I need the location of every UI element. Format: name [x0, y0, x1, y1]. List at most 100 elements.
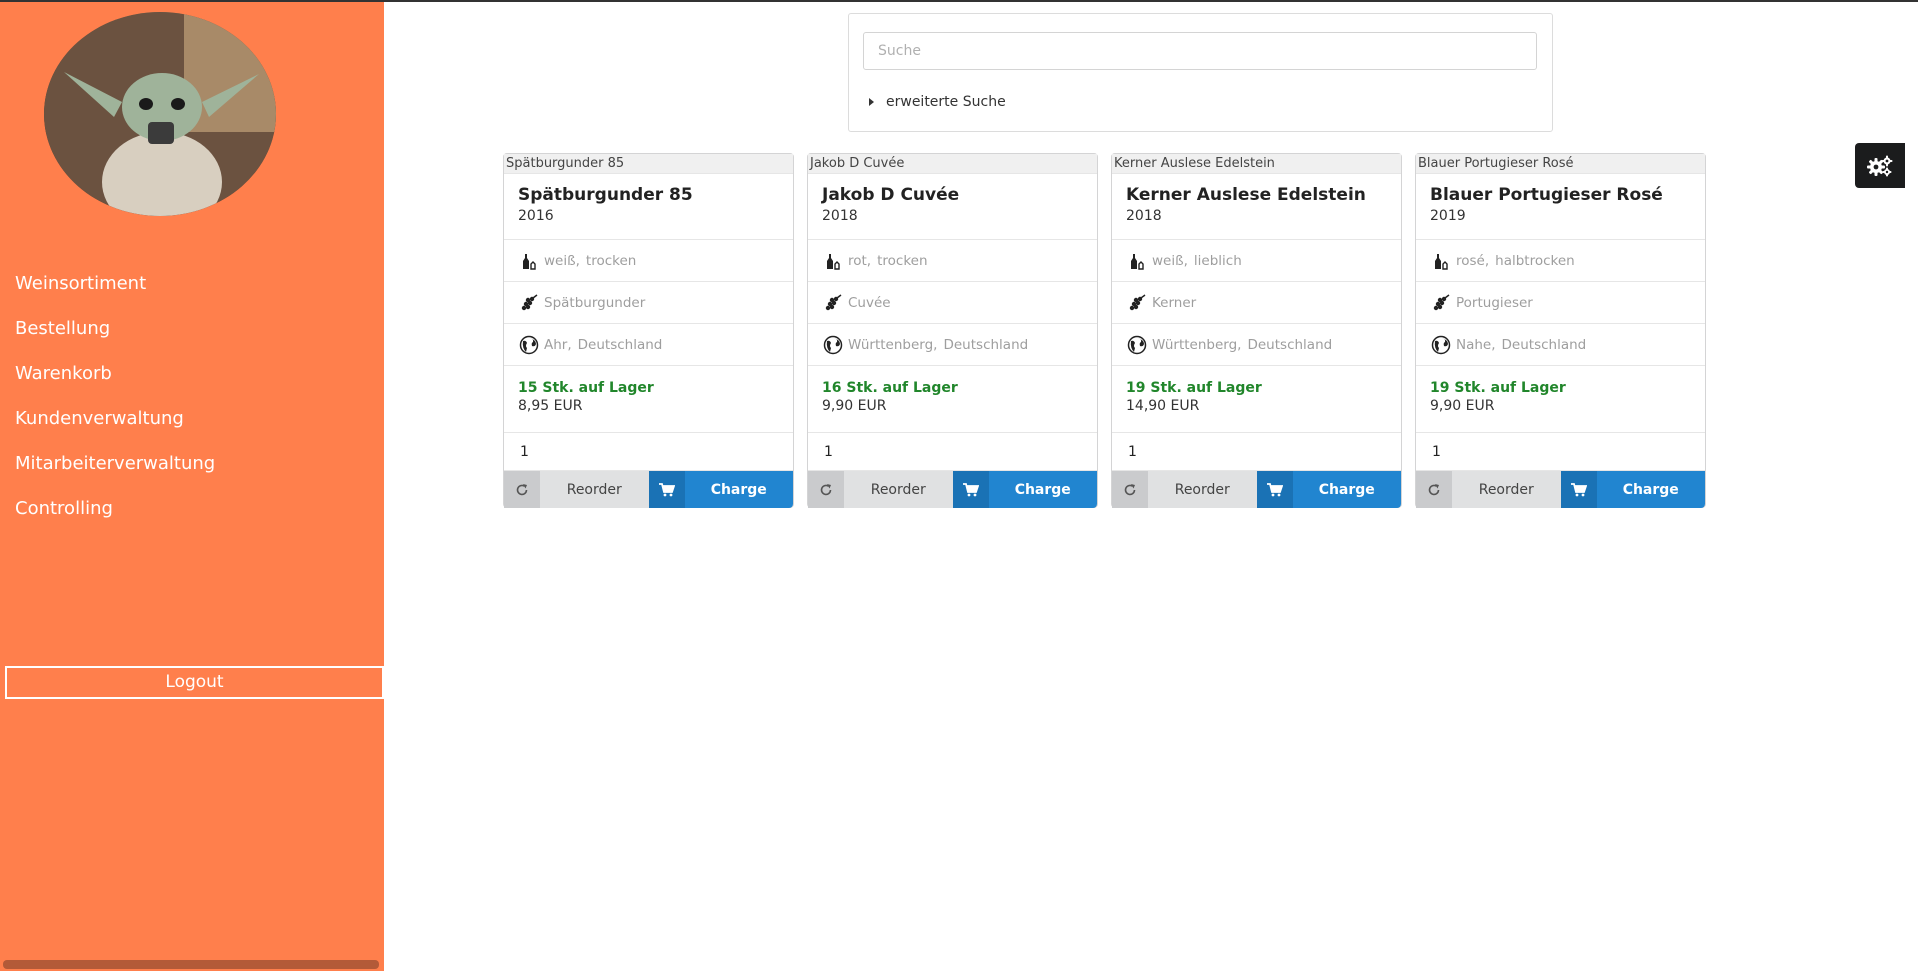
wine-taste: trocken: [585, 252, 637, 269]
wine-name: Kerner Auslese Edelstein: [1126, 185, 1366, 205]
charge-label: Charge: [1318, 481, 1375, 498]
quantity-input[interactable]: [1416, 433, 1705, 470]
card-header: Kerner Auslese Edelstein 2018: [1112, 174, 1401, 240]
quantity-input[interactable]: [808, 433, 1097, 470]
wine-type-row: rot, trocken: [808, 240, 1097, 282]
wine-country: Deutschland: [1501, 336, 1587, 353]
charge-button[interactable]: Charge: [952, 471, 1097, 508]
wine-origin-row: Nahe, Deutschland: [1416, 324, 1705, 366]
wine-price: 14,90 EUR: [1126, 398, 1200, 414]
reorder-button[interactable]: Reorder: [504, 471, 649, 508]
sidebar-scrollbar[interactable]: [3, 960, 379, 969]
wine-bottle-icon: [822, 250, 844, 272]
wine-grape-row: Cuvée: [808, 282, 1097, 324]
sidebar-nav: Weinsortiment Bestellung Warenkorb Kunde…: [0, 261, 384, 531]
wine-country: Deutschland: [1247, 336, 1333, 353]
wine-color: rosé,: [1456, 252, 1490, 269]
sidebar: Weinsortiment Bestellung Warenkorb Kunde…: [0, 2, 384, 971]
wine-year: 2016: [518, 208, 554, 224]
reorder-label: Reorder: [1478, 481, 1534, 498]
wine-taste: lieblich: [1193, 252, 1242, 269]
reorder-label: Reorder: [566, 481, 622, 498]
wine-year: 2018: [1126, 208, 1162, 224]
wine-color: weiß,: [544, 252, 580, 269]
quantity-field-wrap: [1112, 433, 1401, 471]
wine-grape: Cuvée: [848, 294, 891, 311]
wine-grape: Kerner: [1152, 294, 1197, 311]
globe-icon: [1430, 334, 1452, 356]
sidebar-item-mitarbeiterverwaltung[interactable]: Mitarbeiterverwaltung: [0, 441, 384, 486]
card-buttons: Reorder Charge: [808, 471, 1097, 508]
stock-price-block: 19 Stk. auf Lager 9,90 EUR: [1416, 366, 1705, 433]
wine-type-row: rosé, halbtrocken: [1416, 240, 1705, 282]
wine-image: Jakob D Cuvée: [808, 154, 1097, 174]
wine-bottle-icon: [1430, 250, 1452, 272]
grapes-icon: [1430, 292, 1452, 314]
redo-icon: [1416, 471, 1452, 508]
wine-grape-row: Portugieser: [1416, 282, 1705, 324]
stock-status: 19 Stk. auf Lager: [1430, 380, 1566, 396]
avatar-image: [44, 12, 276, 216]
wine-grape: Portugieser: [1456, 294, 1533, 311]
reorder-label: Reorder: [1174, 481, 1230, 498]
logout-button[interactable]: Logout: [5, 666, 384, 699]
quantity-input[interactable]: [1112, 433, 1401, 470]
wine-year: 2019: [1430, 208, 1466, 224]
reorder-button[interactable]: Reorder: [1416, 471, 1561, 508]
wine-price: 9,90 EUR: [1430, 398, 1495, 414]
charge-button[interactable]: Charge: [1256, 471, 1401, 508]
quantity-field-wrap: [504, 433, 793, 471]
wine-card: Kerner Auslese Edelstein Kerner Auslese …: [1111, 153, 1402, 508]
reorder-button[interactable]: Reorder: [1112, 471, 1257, 508]
wine-origin-row: Württenberg, Deutschland: [808, 324, 1097, 366]
charge-label: Charge: [1014, 481, 1071, 498]
wine-region: Nahe,: [1456, 336, 1496, 353]
sidebar-item-kundenverwaltung[interactable]: Kundenverwaltung: [0, 396, 384, 441]
card-buttons: Reorder Charge: [1112, 471, 1401, 508]
card-header: Jakob D Cuvée 2018: [808, 174, 1097, 240]
wine-country: Deutschland: [577, 336, 663, 353]
card-header: Blauer Portugieser Rosé 2019: [1416, 174, 1705, 240]
wine-color: weiß,: [1152, 252, 1188, 269]
sidebar-item-weinsortiment[interactable]: Weinsortiment: [0, 261, 384, 306]
wine-country: Deutschland: [943, 336, 1029, 353]
sidebar-item-warenkorb[interactable]: Warenkorb: [0, 351, 384, 396]
wine-origin-row: Ahr, Deutschland: [504, 324, 793, 366]
wine-grape-row: Spätburgunder: [504, 282, 793, 324]
wine-name: Jakob D Cuvée: [822, 185, 960, 205]
wine-year: 2018: [822, 208, 858, 224]
wine-card: Spätburgunder 85 Spätburgunder 85 2016 w…: [503, 153, 794, 508]
wine-region: Württenberg,: [848, 336, 938, 353]
cart-icon: [952, 471, 989, 508]
cart-icon: [1560, 471, 1597, 508]
stock-status: 19 Stk. auf Lager: [1126, 380, 1262, 396]
reorder-label: Reorder: [870, 481, 926, 498]
charge-button[interactable]: Charge: [1560, 471, 1705, 508]
redo-icon: [808, 471, 844, 508]
stock-price-block: 19 Stk. auf Lager 14,90 EUR: [1112, 366, 1401, 433]
wine-image: Spätburgunder 85: [504, 154, 793, 174]
search-input[interactable]: [863, 32, 1537, 70]
reorder-button[interactable]: Reorder: [808, 471, 953, 508]
wine-taste: halbtrocken: [1495, 252, 1575, 269]
wine-origin-row: Württenberg, Deutschland: [1112, 324, 1401, 366]
sidebar-item-controlling[interactable]: Controlling: [0, 486, 384, 531]
grapes-icon: [822, 292, 844, 314]
advanced-search-label: erweiterte Suche: [886, 94, 1006, 110]
charge-label: Charge: [1622, 481, 1679, 498]
sidebar-item-bestellung[interactable]: Bestellung: [0, 306, 384, 351]
wine-grape-row: Kerner: [1112, 282, 1401, 324]
settings-button[interactable]: [1855, 143, 1905, 188]
redo-icon: [504, 471, 540, 508]
wine-price: 8,95 EUR: [518, 398, 583, 414]
charge-button[interactable]: Charge: [648, 471, 793, 508]
card-header: Spätburgunder 85 2016: [504, 174, 793, 240]
globe-icon: [518, 334, 540, 356]
card-buttons: Reorder Charge: [504, 471, 793, 508]
card-buttons: Reorder Charge: [1416, 471, 1705, 508]
quantity-input[interactable]: [504, 433, 793, 470]
wine-region: Württenberg,: [1152, 336, 1242, 353]
wine-name: Spätburgunder 85: [518, 185, 693, 205]
advanced-search-toggle[interactable]: erweiterte Suche: [869, 94, 1006, 110]
wine-bottle-icon: [518, 250, 540, 272]
